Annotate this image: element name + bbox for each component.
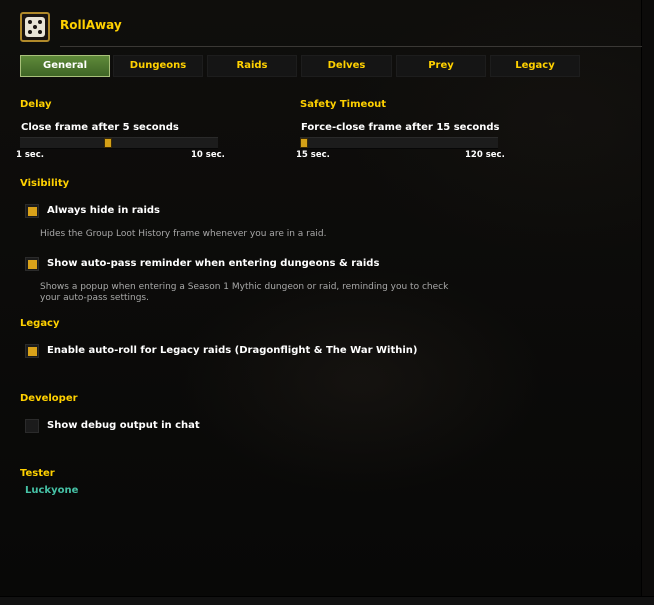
title-divider bbox=[60, 46, 642, 47]
frame-bottom-edge bbox=[0, 596, 654, 605]
debug-output-checkbox[interactable] bbox=[25, 419, 39, 433]
frame-right-edge bbox=[641, 0, 654, 605]
section-developer: Developer bbox=[20, 393, 78, 404]
always-hide-description: Hides the Group Loot History frame whene… bbox=[40, 229, 327, 239]
safety-slider[interactable] bbox=[300, 137, 498, 149]
always-hide-label: Always hide in raids bbox=[47, 205, 161, 216]
tab-dungeons[interactable]: Dungeons bbox=[113, 55, 203, 77]
dice-icon bbox=[20, 12, 50, 42]
legacy-auto-roll-label: Enable auto-roll for Legacy raids (Drago… bbox=[47, 345, 418, 356]
legacy-auto-roll-checkbox[interactable] bbox=[25, 344, 39, 358]
tab-general[interactable]: General bbox=[20, 55, 110, 77]
checkbox-check-mark bbox=[28, 347, 37, 356]
checkbox-check-mark bbox=[28, 207, 37, 216]
section-visibility: Visibility bbox=[20, 178, 70, 189]
section-delay: Delay bbox=[20, 99, 52, 110]
safety-slider-thumb[interactable] bbox=[300, 138, 308, 148]
delay-label: Close frame after 5 seconds bbox=[21, 122, 179, 133]
tab-legacy[interactable]: Legacy bbox=[490, 55, 580, 77]
reminder-description-line2: your auto-pass settings. bbox=[40, 293, 149, 303]
safety-max-label: 120 sec. bbox=[465, 150, 505, 160]
addon-title: RollAway bbox=[60, 18, 122, 32]
section-tester: Tester bbox=[20, 468, 55, 479]
section-legacy: Legacy bbox=[20, 318, 60, 329]
reminder-label: Show auto-pass reminder when entering du… bbox=[47, 258, 380, 269]
tab-prey[interactable]: Prey bbox=[396, 55, 486, 77]
debug-output-label: Show debug output in chat bbox=[47, 420, 200, 431]
delay-slider-thumb[interactable] bbox=[104, 138, 112, 148]
always-hide-checkbox[interactable] bbox=[25, 204, 39, 218]
tab-raids[interactable]: Raids bbox=[207, 55, 297, 77]
delay-max-label: 10 sec. bbox=[191, 150, 225, 160]
tab-delves[interactable]: Delves bbox=[301, 55, 392, 77]
dice-face bbox=[25, 17, 45, 37]
reminder-checkbox[interactable] bbox=[25, 257, 39, 271]
tester-name: Luckyone bbox=[25, 485, 79, 496]
safety-label: Force-close frame after 15 seconds bbox=[301, 122, 500, 133]
delay-min-label: 1 sec. bbox=[16, 150, 44, 160]
reminder-description-line1: Shows a popup when entering a Season 1 M… bbox=[40, 282, 449, 292]
section-safety-timeout: Safety Timeout bbox=[300, 99, 387, 110]
checkbox-check-mark bbox=[28, 260, 37, 269]
safety-min-label: 15 sec. bbox=[296, 150, 330, 160]
delay-slider[interactable] bbox=[20, 137, 218, 149]
